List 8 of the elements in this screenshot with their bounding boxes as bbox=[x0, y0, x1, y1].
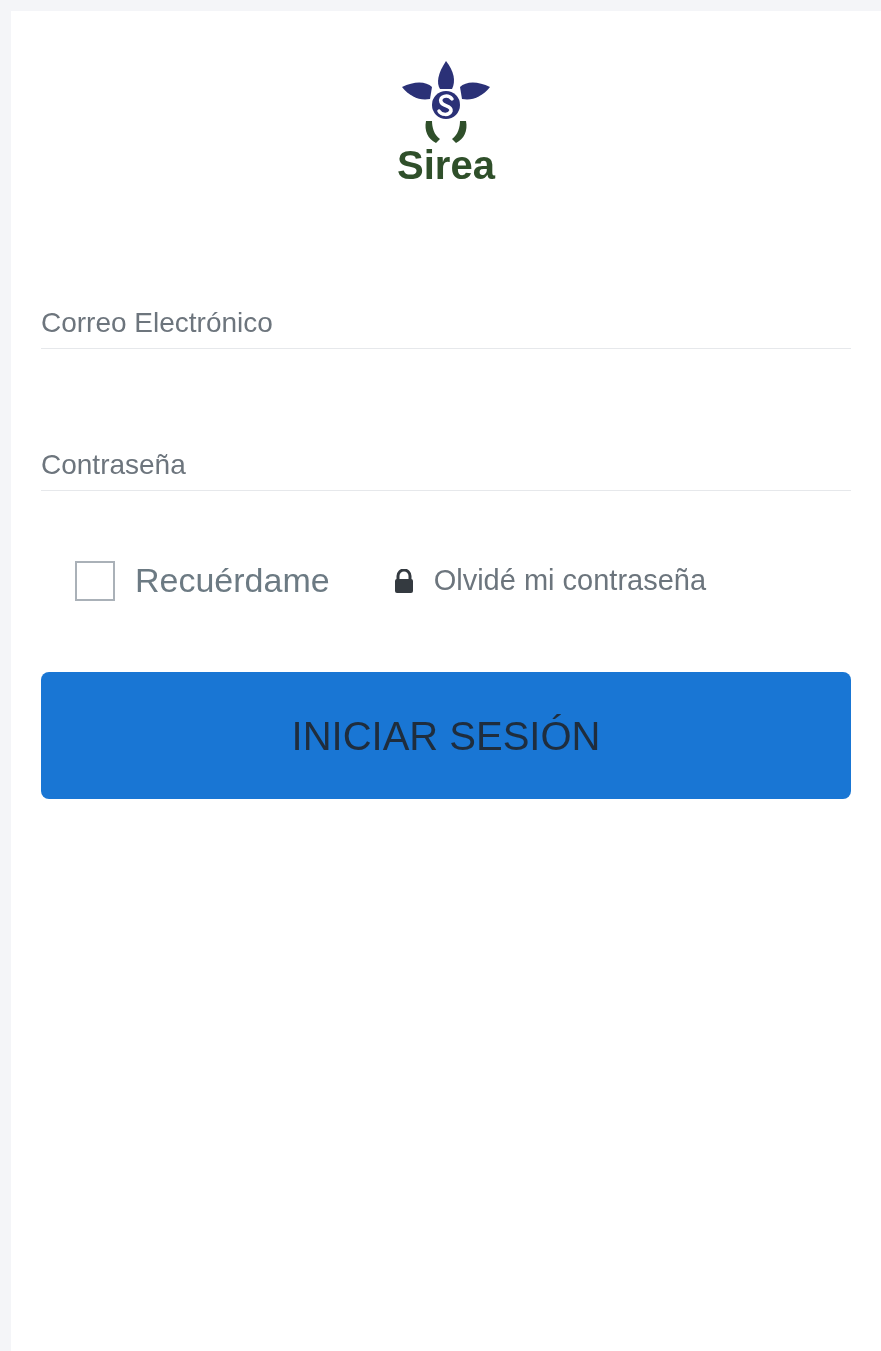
forgot-password-link[interactable]: Olvidé mi contraseña bbox=[393, 558, 707, 603]
email-field[interactable]: Correo Electrónico bbox=[41, 297, 851, 349]
password-field[interactable]: Contraseña bbox=[41, 439, 851, 491]
lock-icon bbox=[393, 568, 414, 593]
login-button[interactable]: INICIAR SESIÓN bbox=[41, 672, 851, 799]
logo-text: Sirea bbox=[397, 145, 495, 185]
remember-checkbox[interactable] bbox=[75, 560, 115, 601]
remember-label: Recuérdame bbox=[135, 560, 330, 601]
